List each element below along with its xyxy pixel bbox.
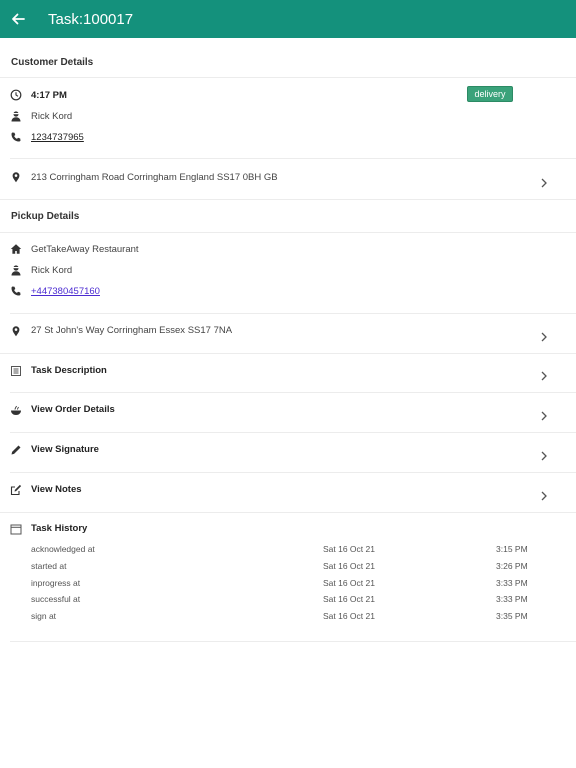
driver-avatar-icon <box>10 110 22 122</box>
arrow-left-icon <box>12 13 25 25</box>
back-button[interactable] <box>0 0 36 38</box>
pickup-details-title: Pickup Details <box>11 211 80 222</box>
history-event-label: inprogress at <box>31 578 81 588</box>
history-event-time: 3:15 PM <box>496 544 528 554</box>
chevron-right-icon[interactable] <box>539 488 549 501</box>
view-order-details-label[interactable]: View Order Details <box>31 404 115 415</box>
pickup-restaurant: GetTakeAway Restaurant <box>31 244 139 255</box>
divider <box>0 199 576 200</box>
calendar-icon <box>10 523 22 535</box>
divider <box>10 432 576 433</box>
customer-time: 4:17 PM <box>31 90 67 101</box>
food-bowl-icon <box>10 405 22 417</box>
pencil-icon <box>10 444 22 456</box>
edit-note-icon <box>10 484 22 496</box>
chevron-right-icon[interactable] <box>539 408 549 421</box>
customer-address: 213 Corringham Road Corringham England S… <box>31 172 278 183</box>
history-event-label: acknowledged at <box>31 544 95 554</box>
divider <box>0 512 576 513</box>
chevron-right-icon[interactable] <box>539 368 549 381</box>
chevron-right-icon[interactable] <box>539 329 549 342</box>
home-icon <box>10 243 22 255</box>
view-signature-label[interactable]: View Signature <box>31 444 99 455</box>
history-event-date: Sat 16 Oct 21 <box>323 578 375 588</box>
chevron-right-icon[interactable] <box>539 175 549 188</box>
driver-avatar-icon <box>10 264 22 276</box>
pickup-phone-link[interactable]: +447380457160 <box>31 286 100 297</box>
history-event-time: 3:26 PM <box>496 561 528 571</box>
history-event-date: Sat 16 Oct 21 <box>323 611 375 621</box>
history-event-label: successful at <box>31 594 81 604</box>
chevron-right-icon[interactable] <box>539 448 549 461</box>
document-icon <box>10 365 22 377</box>
customer-details-title: Customer Details <box>11 57 94 68</box>
history-event-date: Sat 16 Oct 21 <box>323 594 375 604</box>
divider <box>10 158 576 159</box>
task-history-title: Task History <box>31 523 88 534</box>
history-event-time: 3:33 PM <box>496 594 528 604</box>
view-notes-label[interactable]: View Notes <box>31 484 82 495</box>
divider <box>0 232 576 233</box>
status-badge: delivery <box>467 86 513 102</box>
phone-icon <box>10 131 22 143</box>
location-pin-icon <box>10 325 22 337</box>
divider <box>10 472 576 473</box>
pickup-name: Rick Kord <box>31 265 73 276</box>
phone-icon <box>10 285 22 297</box>
location-pin-icon <box>10 171 22 183</box>
divider <box>10 392 576 393</box>
page-title: Task:100017 <box>48 10 134 28</box>
divider <box>10 313 576 314</box>
customer-phone-link[interactable]: 1234737965 <box>31 132 84 143</box>
history-event-time: 3:33 PM <box>496 578 528 588</box>
divider <box>0 77 576 78</box>
divider <box>0 353 576 354</box>
divider <box>10 641 576 642</box>
clock-icon <box>10 89 22 101</box>
task-description-label[interactable]: Task Description <box>31 365 107 376</box>
app-bar: Task:100017 <box>0 0 576 38</box>
customer-name: Rick Kord <box>31 111 73 122</box>
history-event-label: started at <box>31 561 67 571</box>
pickup-address: 27 St John's Way Corringham Essex SS17 7… <box>31 325 233 336</box>
history-event-time: 3:35 PM <box>496 611 528 621</box>
history-event-label: sign at <box>31 611 57 621</box>
history-event-date: Sat 16 Oct 21 <box>323 561 375 571</box>
history-event-date: Sat 16 Oct 21 <box>323 544 375 554</box>
